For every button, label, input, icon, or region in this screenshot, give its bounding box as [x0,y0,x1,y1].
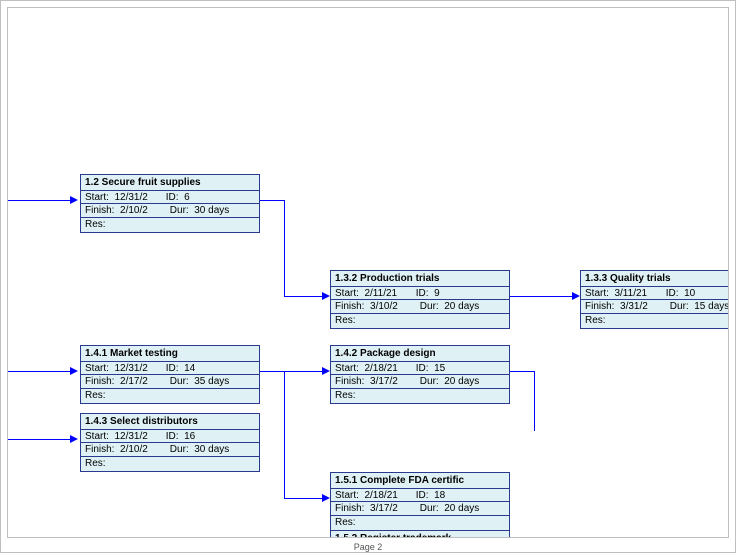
task-box-1-3-3[interactable]: 1.3.3 Quality trials Start: 3/11/21 ID: … [580,270,729,329]
page-frame: 1.2 Secure fruit supplies Start: 12/31/2… [0,0,736,553]
task-start-id-row: Start: 3/11/21 ID: 10 [581,287,729,301]
connector [8,371,70,372]
connector [260,200,284,201]
task-finish-dur-row: Finish: 3/17/2 Dur: 20 days [331,375,509,389]
task-title: 1.5.1 Complete FDA certific [331,473,509,489]
task-res-row: Res: [331,389,509,404]
connector [510,371,534,372]
arrow-icon [322,494,330,502]
page-number: Page 2 [354,542,383,552]
task-start-id-row: Start: 2/18/21 ID: 15 [331,362,509,376]
task-res-row: Res: [81,389,259,404]
task-box-1-4-2[interactable]: 1.4.2 Package design Start: 2/18/21 ID: … [330,345,510,404]
diagram-canvas: 1.2 Secure fruit supplies Start: 12/31/2… [7,7,729,538]
task-start-id-row: Start: 2/18/21 ID: 18 [331,489,509,503]
arrow-icon [572,292,580,300]
task-box-1-4-1[interactable]: 1.4.1 Market testing Start: 12/31/2 ID: … [80,345,260,404]
arrow-icon [70,435,78,443]
task-box-1-4-3[interactable]: 1.4.3 Select distributors Start: 12/31/2… [80,413,260,472]
task-box-1-5-1[interactable]: 1.5.1 Complete FDA certific Start: 2/18/… [330,472,510,531]
task-res-row: Res: [81,457,259,472]
task-finish-dur-row: Finish: 3/10/2 Dur: 20 days [331,300,509,314]
task-finish-dur-row: Finish: 2/10/2 Dur: 30 days [81,204,259,218]
task-res-row: Res: [81,218,259,233]
connector [8,200,70,201]
connector [260,371,322,372]
task-title: 1.2 Secure fruit supplies [81,175,259,191]
arrow-icon [322,292,330,300]
task-res-row: Res: [331,314,509,329]
task-start-id-row: Start: 12/31/2 ID: 16 [81,430,259,444]
connector [284,296,322,297]
task-box-1-5-2[interactable]: 1.5.2 Register trademark [330,530,510,538]
connector [284,200,285,296]
task-start-id-row: Start: 12/31/2 ID: 6 [81,191,259,205]
task-title: 1.3.3 Quality trials [581,271,729,287]
task-start-id-row: Start: 12/31/2 ID: 14 [81,362,259,376]
task-box-1-3-2[interactable]: 1.3.2 Production trials Start: 2/11/21 I… [330,270,510,329]
task-finish-dur-row: Finish: 2/17/2 Dur: 35 days [81,375,259,389]
arrow-icon [70,196,78,204]
task-start-id-row: Start: 2/11/21 ID: 9 [331,287,509,301]
connector [534,371,535,431]
connector [284,498,322,499]
connector [284,371,285,498]
connector [510,296,572,297]
task-finish-dur-row: Finish: 3/31/2 Dur: 15 days [581,300,729,314]
task-title: 1.4.3 Select distributors [81,414,259,430]
arrow-icon [70,367,78,375]
task-title: 1.4.1 Market testing [81,346,259,362]
task-res-row: Res: [331,516,509,531]
task-finish-dur-row: Finish: 3/17/2 Dur: 20 days [331,502,509,516]
task-title: 1.5.2 Register trademark [331,531,509,538]
task-box-1-2[interactable]: 1.2 Secure fruit supplies Start: 12/31/2… [80,174,260,233]
task-res-row: Res: [581,314,729,329]
connector [8,439,70,440]
task-finish-dur-row: Finish: 2/10/2 Dur: 30 days [81,443,259,457]
task-title: 1.3.2 Production trials [331,271,509,287]
task-title: 1.4.2 Package design [331,346,509,362]
arrow-icon [322,367,330,375]
